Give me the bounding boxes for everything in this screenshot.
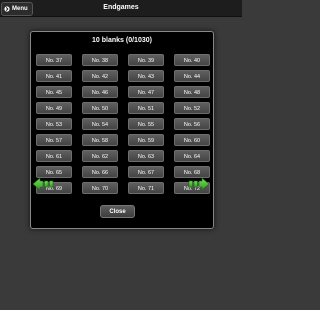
endgame-item[interactable]: No. 51 xyxy=(128,102,164,114)
endgame-item[interactable]: No. 39 xyxy=(128,54,164,66)
endgame-item[interactable]: No. 38 xyxy=(82,54,118,66)
endgame-grid: No. 37 No. 38 No. 39 No. 40 No. 41 No. 4… xyxy=(36,54,210,194)
endgame-item[interactable]: No. 67 xyxy=(128,166,164,178)
left-arrow-icon xyxy=(33,178,57,190)
endgame-item[interactable]: No. 57 xyxy=(36,134,72,146)
menu-button[interactable]: Menu xyxy=(1,2,33,16)
endgame-item[interactable]: No. 52 xyxy=(174,102,210,114)
endgame-item[interactable]: No. 71 xyxy=(128,182,164,194)
endgame-item[interactable]: No. 43 xyxy=(128,70,164,82)
page-title: Endgames xyxy=(103,4,139,11)
endgame-item[interactable]: No. 62 xyxy=(82,150,118,162)
endgame-item[interactable]: No. 58 xyxy=(82,134,118,146)
endgame-item[interactable]: No. 54 xyxy=(82,118,118,130)
previous-page-button[interactable] xyxy=(33,178,57,190)
endgame-item[interactable]: No. 65 xyxy=(36,166,72,178)
endgame-item[interactable]: No. 55 xyxy=(128,118,164,130)
endgame-item[interactable]: No. 37 xyxy=(36,54,72,66)
endgame-item[interactable]: No. 53 xyxy=(36,118,72,130)
endgame-item[interactable]: No. 40 xyxy=(174,54,210,66)
endgame-item[interactable]: No. 56 xyxy=(174,118,210,130)
endgame-item[interactable]: No. 46 xyxy=(82,86,118,98)
endgame-item[interactable]: No. 60 xyxy=(174,134,210,146)
endgame-item[interactable]: No. 50 xyxy=(82,102,118,114)
top-bar: Endgames Menu xyxy=(0,0,242,17)
endgame-item[interactable]: No. 42 xyxy=(82,70,118,82)
endgame-item[interactable]: No. 59 xyxy=(128,134,164,146)
next-page-button[interactable] xyxy=(185,178,209,190)
endgame-item[interactable]: No. 63 xyxy=(128,150,164,162)
endgame-item[interactable]: No. 41 xyxy=(36,70,72,82)
endgame-item[interactable]: No. 49 xyxy=(36,102,72,114)
menu-icon xyxy=(4,6,10,12)
endgame-item[interactable]: No. 47 xyxy=(128,86,164,98)
endgame-item[interactable]: No. 64 xyxy=(174,150,210,162)
endgame-item[interactable]: No. 61 xyxy=(36,150,72,162)
endgame-item[interactable]: No. 44 xyxy=(174,70,210,82)
dialog-title: 10 blanks (0/1030) xyxy=(92,37,152,44)
endgame-item[interactable]: No. 45 xyxy=(36,86,72,98)
right-arrow-icon xyxy=(185,178,209,190)
close-button[interactable]: Close xyxy=(100,205,135,218)
endgame-item[interactable]: No. 68 xyxy=(174,166,210,178)
endgame-item[interactable]: No. 66 xyxy=(82,166,118,178)
endgame-dialog: 10 blanks (0/1030) No. 37 No. 38 No. 39 … xyxy=(30,31,214,229)
endgame-item[interactable]: No. 48 xyxy=(174,86,210,98)
endgame-item[interactable]: No. 70 xyxy=(82,182,118,194)
menu-label: Menu xyxy=(12,6,28,12)
